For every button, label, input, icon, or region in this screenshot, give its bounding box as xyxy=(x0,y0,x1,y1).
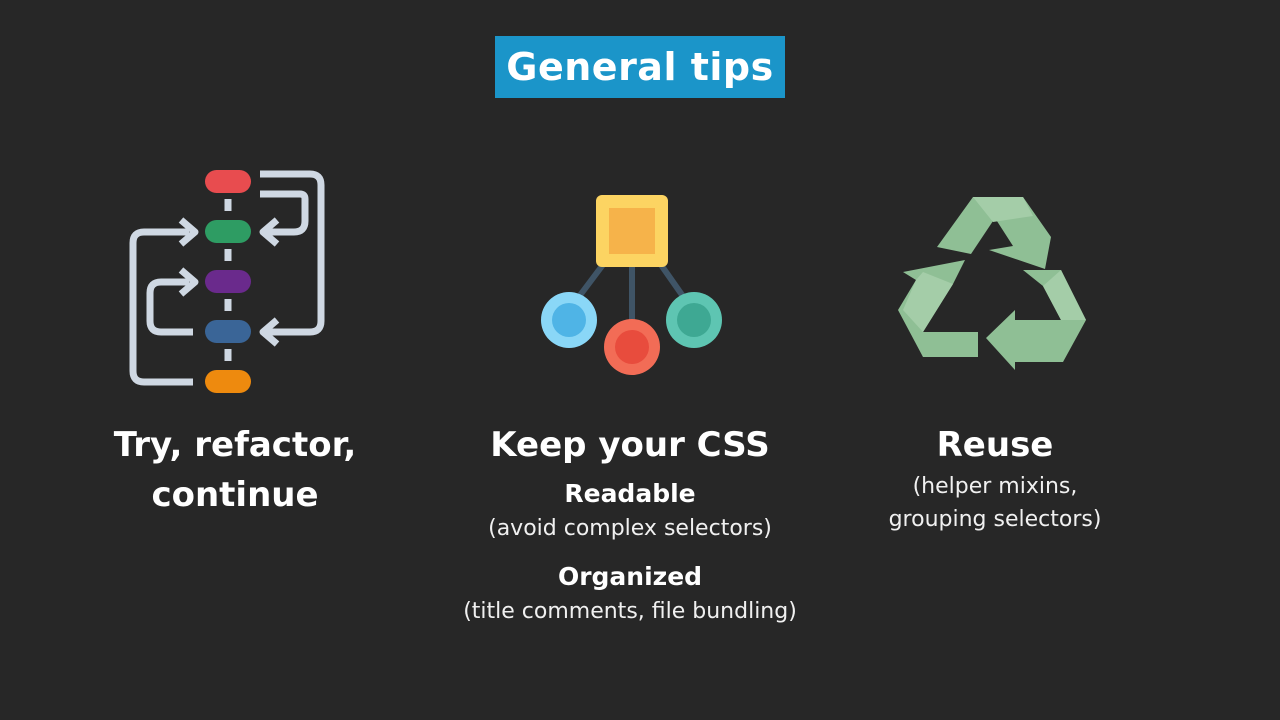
workflow-icon xyxy=(129,170,325,393)
recycle-icon xyxy=(898,197,1086,370)
tip-css-readable-label: Readable xyxy=(564,479,696,508)
tip-reuse-detail-line2: grouping selectors) xyxy=(888,507,1102,532)
slide: General tips Try, refactor, continue Kee… xyxy=(0,0,1280,720)
tip-reuse-heading: Reuse xyxy=(936,425,1054,465)
hierarchy-icon xyxy=(541,195,722,375)
tip-css-organized-label: Organized xyxy=(557,562,703,591)
tip-css-readable-detail: (avoid complex selectors) xyxy=(488,516,772,541)
tip-reuse: Reuse (helper mixins, grouping selectors… xyxy=(855,420,1135,536)
slide-title: General tips xyxy=(506,45,774,89)
tip-iterate-heading-line2: continue xyxy=(151,475,319,515)
tip-css-heading: Keep your CSS xyxy=(490,425,770,465)
tip-css-organized-detail: (title comments, file bundling) xyxy=(463,599,797,624)
tip-reuse-detail-line1: (helper mixins, xyxy=(912,474,1078,499)
tip-iterate: Try, refactor, continue xyxy=(75,420,395,520)
tip-iterate-heading-line1: Try, refactor, xyxy=(113,425,357,465)
tip-css: Keep your CSS Readable (avoid complex se… xyxy=(440,420,820,628)
title-banner: General tips xyxy=(495,36,785,98)
